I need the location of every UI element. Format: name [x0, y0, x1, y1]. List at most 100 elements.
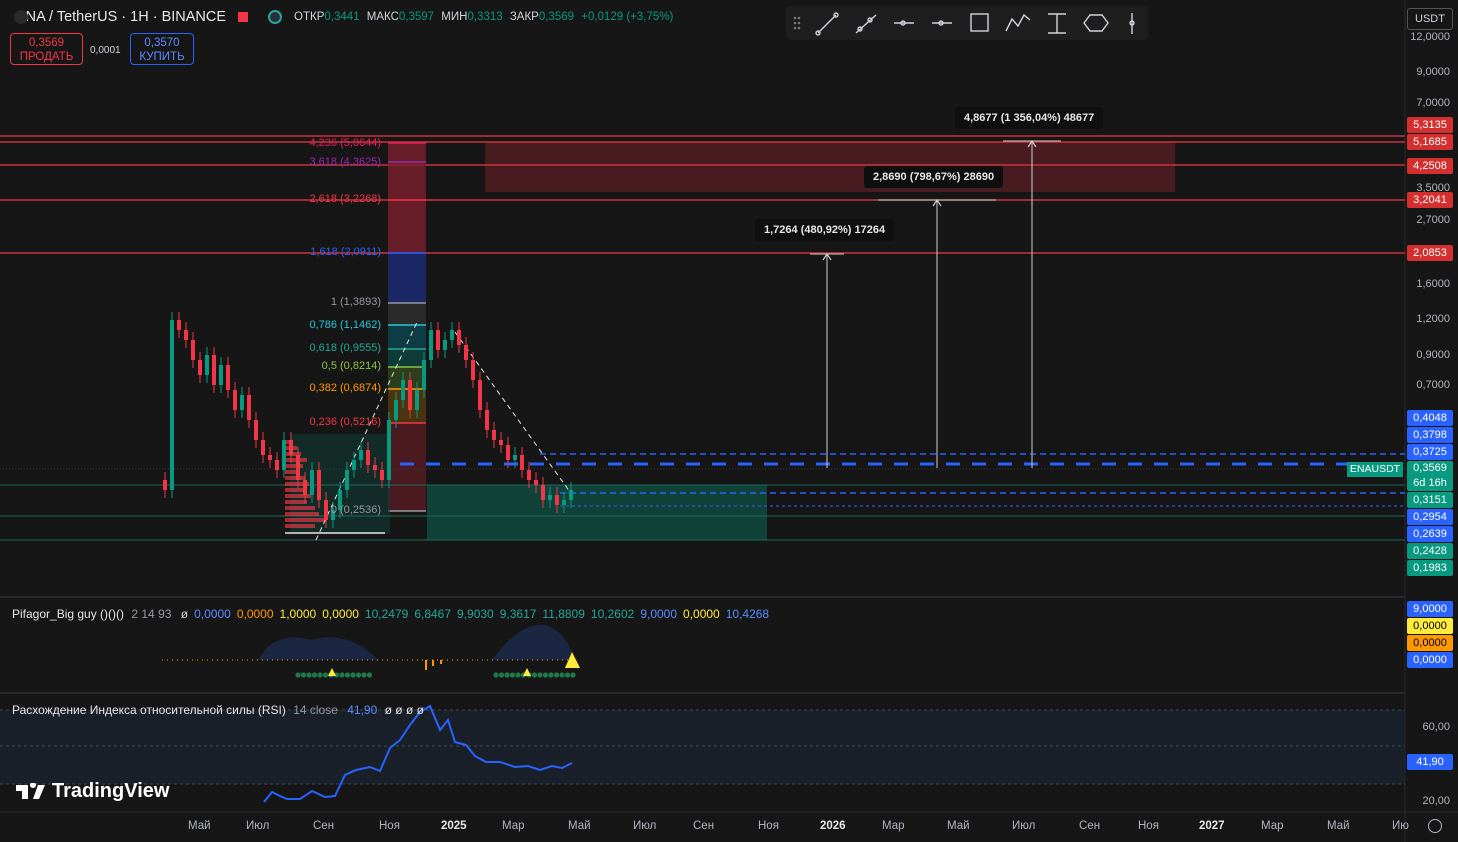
time-axis-label: Май [568, 820, 591, 832]
signal-dot [322, 672, 329, 678]
ray-icon[interactable] [852, 9, 880, 37]
symbol-header: ENA / TetherUS · 1H · BINANCE ОТКР0,3441… [0, 0, 780, 34]
fib-label: 0,236 (0,5216) [309, 416, 381, 428]
signal-dot [498, 672, 505, 678]
time-axis-label: Июл [1012, 820, 1036, 832]
price-tag: 3,2041 [1407, 192, 1453, 208]
rsi-axis-label: 20,00 [1422, 795, 1450, 807]
candle [310, 470, 314, 495]
price-tag: 2,0853 [1407, 245, 1453, 261]
indicator-legend-rsi[interactable]: Расхождение Индекса относительной силы (… [12, 703, 424, 717]
flag-icon[interactable] [238, 12, 249, 22]
buy-button[interactable]: 0,3570 КУПИТЬ [130, 33, 194, 65]
candle [506, 445, 510, 460]
vertical-line-icon[interactable] [1118, 9, 1146, 37]
price-tag: 0,2954 [1407, 509, 1453, 525]
time-axis-label: Июл [633, 820, 657, 832]
indicator-axis-tag: 0,0000 [1407, 652, 1453, 668]
trend-line-icon[interactable] [813, 9, 841, 37]
indicator-value: 9,3617 [499, 607, 537, 621]
candle [422, 360, 426, 390]
sell-price: 0,3569 [28, 37, 65, 49]
candle [387, 420, 391, 480]
price-tag: 0,2428 [1407, 543, 1453, 559]
signal-dot [317, 672, 323, 678]
candle [261, 440, 265, 455]
fib-label: 4,236 (5,0644) [309, 137, 381, 149]
time-axis-label: 2025 [441, 820, 467, 832]
signal-dot [493, 672, 499, 678]
signal-dot [515, 672, 521, 678]
signal-dot [295, 672, 301, 678]
target-zone[interactable] [485, 142, 1175, 192]
signal-dot [355, 672, 362, 678]
candle [527, 470, 531, 480]
price-tag: 4,2508 [1407, 158, 1453, 174]
tradingview-logo[interactable]: TradingView [16, 780, 169, 803]
candle [443, 340, 447, 350]
candle [562, 500, 566, 505]
fib-label: 0,618 (0,9555) [309, 342, 381, 354]
tradingview-logo-icon [16, 782, 45, 799]
indicator-value: 9,9030 [457, 607, 494, 621]
candle [380, 470, 384, 480]
candle [499, 440, 503, 445]
fib-label: 0,5 (0,8214) [321, 360, 381, 372]
candle [415, 390, 419, 410]
target-callout[interactable]: 1,7264 (480,92%) 17264 [755, 219, 895, 241]
signal-dot [350, 672, 356, 678]
candle [177, 320, 181, 330]
signal-dot [339, 672, 345, 678]
indicator-value: 10,4268 [725, 607, 770, 621]
target-callout[interactable]: 2,8690 (798,67%) 28690 [864, 166, 1004, 188]
indicator-value: 1,0000 [279, 607, 317, 621]
candle [198, 360, 202, 375]
horizontal-ray-icon[interactable] [890, 9, 918, 37]
ellipse-icon[interactable] [1082, 9, 1110, 37]
time-axis-label: Ноя [379, 820, 400, 832]
signal-dot [548, 672, 554, 678]
horizontal-line-icon[interactable] [928, 9, 956, 37]
indicator-value: 0,0000 [194, 607, 231, 621]
candle [303, 480, 307, 495]
time-axis-label: 2027 [1199, 820, 1225, 832]
fib-icon[interactable] [1043, 9, 1071, 37]
indicator-value: 11,8809 [542, 607, 585, 621]
path-icon[interactable] [1004, 9, 1032, 37]
indicator-value: 0,0000 [236, 607, 274, 621]
sell-button[interactable]: 0,3569 ПРОДАТЬ [10, 33, 83, 65]
price-tag: 0,3725 [1407, 444, 1453, 460]
signal-dot [344, 672, 351, 678]
rsi-value-tag: 41,90 [1407, 754, 1453, 770]
time-axis-label: Мар [1261, 820, 1284, 832]
fib-label: 0,382 (0,6874) [309, 382, 381, 394]
drag-handle-icon[interactable] [786, 9, 814, 37]
price-axis-label: 2,7000 [1416, 214, 1450, 226]
candle [436, 330, 440, 350]
price-tag: 5,1685 [1407, 134, 1453, 150]
rectangle-icon[interactable] [966, 9, 994, 37]
settings-gear-icon[interactable] [1428, 819, 1442, 833]
spread-value: 0,0001 [90, 45, 121, 56]
fib-label: 1,618 (2,0911) [310, 246, 381, 258]
signal-dot [300, 672, 307, 678]
candle [212, 355, 216, 385]
candle [478, 380, 482, 410]
indicator-legend-pifagor[interactable]: Pifagor_Big guy ()()() 2 14 93 ø 0,0000 0,… [12, 607, 769, 621]
price-axis-label: 0,7000 [1416, 379, 1450, 391]
rsi-axis-label: 60,00 [1422, 721, 1450, 733]
target-callout[interactable]: 4,8677 (1 356,04%) 48677 [955, 107, 1104, 129]
candle [548, 495, 552, 500]
market-status-icon [268, 10, 283, 24]
symbol-title[interactable]: ENA / TetherUS · 1H · BINANCE [16, 9, 226, 25]
candle [247, 395, 251, 420]
time-axis-label: Сен [693, 820, 715, 832]
indicator-value: 0,0000 [322, 607, 359, 621]
candle [569, 490, 573, 500]
price-axis-label: 1,2000 [1416, 313, 1450, 325]
candle [401, 380, 405, 400]
signal-dot [542, 672, 549, 678]
indicator-axis-tag: 0,0000 [1407, 618, 1453, 634]
currency-select[interactable]: USDT [1407, 8, 1453, 30]
buy-label: КУПИТЬ [139, 51, 185, 63]
